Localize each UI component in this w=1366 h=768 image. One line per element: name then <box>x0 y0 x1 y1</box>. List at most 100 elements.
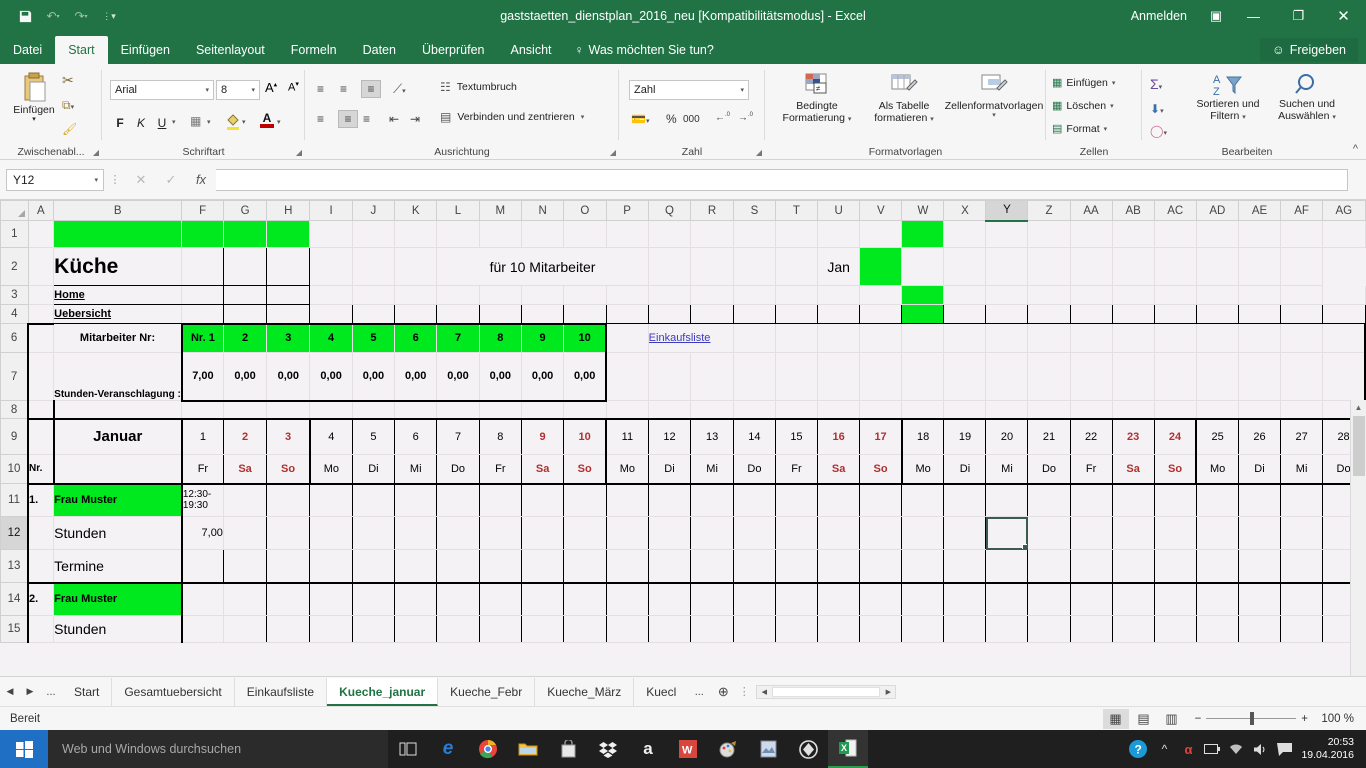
cell-V1[interactable] <box>860 221 902 248</box>
cell-L14[interactable] <box>437 583 479 616</box>
cell-V11[interactable] <box>860 484 902 517</box>
cell-S8[interactable] <box>733 401 775 419</box>
wordpress-icon[interactable]: W <box>668 730 708 768</box>
cell-M6-employee-no-8[interactable]: 8 <box>479 324 521 353</box>
cell-Y14[interactable] <box>986 583 1028 616</box>
store-icon[interactable] <box>548 730 588 768</box>
cell-Z10-wd-21[interactable]: Do <box>1028 455 1070 484</box>
cell-J10-wd-5[interactable]: Di <box>352 455 394 484</box>
cell-AG1[interactable] <box>1323 221 1365 248</box>
hscroll-right-icon[interactable]: ▶ <box>881 688 895 696</box>
cell-K14[interactable] <box>395 583 437 616</box>
cell-AC8[interactable] <box>1154 401 1196 419</box>
cell-U6[interactable] <box>817 324 859 353</box>
zoom-in-button[interactable]: + <box>1301 713 1308 725</box>
cell-V12[interactable] <box>860 517 902 550</box>
align-left-icon[interactable]: ≡ <box>317 112 324 126</box>
cell-I10-wd-4[interactable]: Mo <box>310 455 352 484</box>
cell-F6-employee-no-1[interactable]: Nr. 1 <box>182 324 224 353</box>
cell-AC14[interactable] <box>1154 583 1196 616</box>
column-header-W[interactable]: W <box>902 201 944 221</box>
cell-AC6[interactable] <box>1154 324 1196 353</box>
cell-T6[interactable] <box>775 324 817 353</box>
font-color-caret-icon[interactable]: ▾ <box>277 118 281 126</box>
cell-K7-hours-6[interactable]: 0,00 <box>395 353 437 401</box>
cell-X7[interactable] <box>944 353 986 401</box>
align-bottom-icon[interactable]: ≡ <box>361 80 381 98</box>
cell-X2[interactable] <box>902 248 944 286</box>
cell-R15[interactable] <box>691 616 734 643</box>
cell-Z3[interactable] <box>1028 286 1070 305</box>
autosum-icon[interactable]: Σ▾ <box>1150 76 1162 92</box>
cell-A6[interactable] <box>28 324 54 353</box>
cell-M7-hours-8[interactable]: 0,00 <box>479 353 521 401</box>
spreadsheet-grid[interactable]: A B F G H I J K L M N O P Q R S T U V W <box>0 200 1366 676</box>
cell-AA4[interactable] <box>1070 305 1112 324</box>
cell-J13[interactable] <box>352 550 394 583</box>
cell-G7-hours-2[interactable]: 0,00 <box>223 353 266 401</box>
cell-U9-day-16[interactable]: 16 <box>817 419 859 455</box>
cell-M8[interactable] <box>479 401 521 419</box>
cell-M11[interactable] <box>479 484 521 517</box>
cell-AG7[interactable] <box>1323 353 1365 401</box>
cell-V15[interactable] <box>860 616 902 643</box>
sheet-tab-start[interactable]: Start <box>62 678 112 706</box>
cell-L2-fuer-mitarbeiter[interactable]: für 10 Mitarbeiter <box>437 248 648 286</box>
cell-Z8[interactable] <box>1028 401 1070 419</box>
cell-AA1[interactable] <box>1070 221 1112 248</box>
cell-A10-nr-label[interactable]: Nr. <box>28 455 54 484</box>
name-box[interactable]: Y12 ▾ <box>6 169 104 191</box>
cell-P8[interactable] <box>606 401 648 419</box>
cell-R1[interactable] <box>691 221 734 248</box>
cell-L4[interactable] <box>437 305 479 324</box>
cell-S11[interactable] <box>733 484 775 517</box>
cell-R9-day-13[interactable]: 13 <box>691 419 734 455</box>
edge-icon[interactable]: e <box>428 730 468 768</box>
cell-AC15[interactable] <box>1154 616 1196 643</box>
cell-F8[interactable] <box>182 401 224 419</box>
font-size-select[interactable]: 8 ▾ <box>216 80 260 100</box>
cell-B15-stunden-label-2[interactable]: Stunden <box>54 616 182 643</box>
column-header-T[interactable]: T <box>775 201 817 221</box>
cell-G4[interactable] <box>223 305 266 324</box>
insert-cells-button[interactable]: ▦ Einfügen ▾ <box>1052 76 1115 89</box>
cell-AD2[interactable] <box>1154 248 1196 286</box>
cell-Z6[interactable] <box>1028 324 1070 353</box>
row-header-8[interactable]: 8 <box>1 401 29 419</box>
cell-Y9-day-20[interactable]: 20 <box>986 419 1028 455</box>
cell-P11[interactable] <box>606 484 648 517</box>
cell-AG2[interactable] <box>1281 248 1323 286</box>
cell-J2[interactable] <box>352 248 394 286</box>
cell-H1[interactable] <box>267 221 310 248</box>
cell-AD3[interactable] <box>1196 286 1238 305</box>
collapse-ribbon-icon[interactable]: ^ <box>1353 143 1358 155</box>
cell-G6-employee-no-2[interactable]: 2 <box>223 324 266 353</box>
cell-T8[interactable] <box>775 401 817 419</box>
cell-AE2[interactable] <box>1196 248 1238 286</box>
zoom-slider-track[interactable] <box>1206 718 1296 719</box>
cell-M10-wd-8[interactable]: Fr <box>479 455 521 484</box>
cell-AF10-wd-27[interactable]: Mi <box>1281 455 1323 484</box>
cell-AA15[interactable] <box>1070 616 1112 643</box>
add-sheet-button[interactable]: ⊕ <box>710 684 736 700</box>
cell-Y11[interactable] <box>986 484 1028 517</box>
cell-AB13[interactable] <box>1112 550 1154 583</box>
cell-G10-wd-2[interactable]: Sa <box>223 455 266 484</box>
cell-L9-day-7[interactable]: 7 <box>437 419 479 455</box>
cell-U11[interactable] <box>817 484 859 517</box>
cell-Z1[interactable] <box>1028 221 1070 248</box>
cell-U1[interactable] <box>817 221 859 248</box>
cell-AB10-wd-23[interactable]: Sa <box>1112 455 1154 484</box>
alignment-dialog-launcher[interactable]: ◢ <box>610 148 616 157</box>
cell-L8[interactable] <box>437 401 479 419</box>
cell-N9-day-9[interactable]: 9 <box>521 419 563 455</box>
sourcetree-icon[interactable] <box>788 730 828 768</box>
cell-V4[interactable] <box>860 305 902 324</box>
cell-J6-employee-no-5[interactable]: 5 <box>352 324 394 353</box>
cell-J12[interactable] <box>352 517 394 550</box>
cell-G13[interactable] <box>223 550 266 583</box>
sheet-tabs-overflow[interactable]: ... <box>688 686 710 698</box>
cell-B12-stunden-label[interactable]: Stunden <box>54 517 182 550</box>
cell-F13[interactable] <box>182 550 224 583</box>
cell-K2[interactable] <box>395 248 437 286</box>
